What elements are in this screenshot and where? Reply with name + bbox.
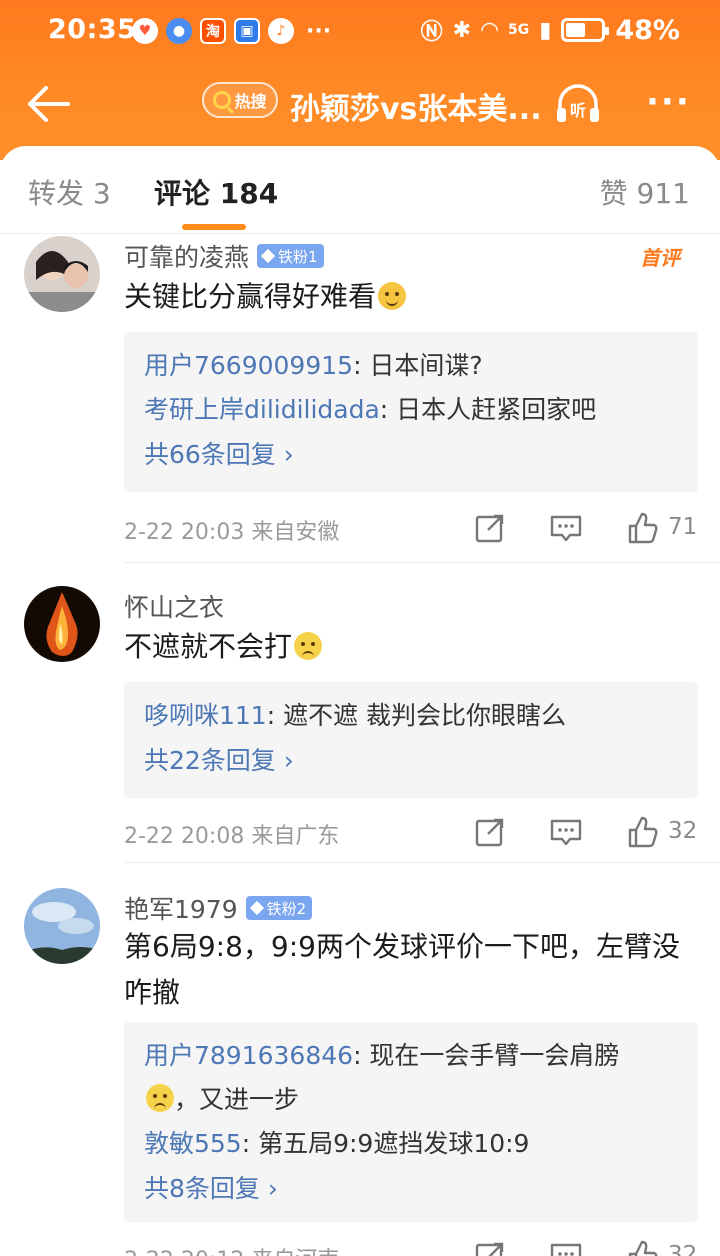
bluetooth-icon: ✱ (452, 17, 472, 43)
battery-icon (561, 18, 610, 42)
share-icon[interactable] (470, 812, 510, 852)
reply-line: ，又进一步 (144, 1078, 678, 1122)
crying-emoji-icon (146, 1084, 174, 1112)
fan-badge: 铁粉2 (245, 896, 313, 920)
divider (124, 562, 720, 563)
nav-bar: 热搜 孙颖莎vs张本美... 听 ··· (0, 64, 720, 144)
like-count: 71 (668, 514, 698, 540)
network-label: 5G (508, 22, 530, 38)
heart-app-icon: ♥ (132, 18, 158, 44)
header: 20:35 ♥ ● 淘 ▣ ♪ ··· Ⓝ ✱ ◠ 5G ▮ 48% 热搜 孙颖… (0, 0, 720, 160)
more-notifications-icon: ··· (306, 18, 332, 44)
like-count: 32 (668, 1242, 698, 1256)
tab-comments[interactable]: 评论 184 (154, 172, 278, 212)
active-tab-indicator (182, 224, 246, 230)
comment-icon[interactable] (546, 508, 586, 548)
like-icon[interactable] (622, 508, 662, 548)
avatar[interactable] (24, 236, 100, 312)
comment-text: 不遮就不会打 (124, 624, 694, 670)
bluesq-app-icon: ▣ (234, 18, 260, 44)
share-icon[interactable] (470, 1236, 510, 1256)
comments-sheet: 转发 3 评论 184 赞 911 可靠的凌燕 铁粉1 首评 关键比分赢得好难看… (0, 146, 720, 1256)
tab-likes[interactable]: 赞 911 (600, 172, 690, 212)
comment-time-location: 2-22 20:12 来自河南 (124, 1242, 339, 1256)
reply-preview[interactable]: 哆咧咪111: 遮不遮 裁判会比你眼瞎么 共22条回复 › (124, 682, 698, 798)
back-arrow-icon[interactable] (24, 80, 72, 128)
username[interactable]: 怀山之衣 (124, 588, 224, 624)
comment-time-location: 2-22 20:03 来自安徽 (124, 520, 340, 545)
comment-icon[interactable] (546, 812, 586, 852)
tab-reposts[interactable]: 转发 3 (28, 172, 111, 212)
tab-bar: 转发 3 评论 184 赞 911 (0, 146, 720, 234)
reply-line: 敦敏555: 第五局9:9遮挡发球10:9 (144, 1129, 530, 1158)
share-icon[interactable] (470, 508, 510, 548)
taobao-icon: 淘 (200, 18, 226, 44)
reply-preview[interactable]: 用户7669009915: 日本间谍? 考研上岸dilidilidada: 日本… (124, 332, 698, 492)
doge-emoji-icon (378, 282, 407, 310)
like-icon[interactable] (622, 812, 662, 852)
comment-meta: 2-22 20:03 来自安徽 71 (124, 508, 698, 548)
fan-badge: 铁粉1 (257, 244, 324, 268)
music-app-icon: ♪ (268, 18, 294, 44)
more-replies-link[interactable]: 共66条回复 › (144, 432, 678, 478)
more-replies-link[interactable]: 共8条回复 › (144, 1166, 678, 1212)
comment-text: 关键比分赢得好难看 (124, 274, 694, 320)
username[interactable]: 艳军1979 铁粉2 (124, 890, 313, 926)
more-replies-link[interactable]: 共22条回复 › (144, 738, 678, 784)
comment-text: 第6局9:8，9:9两个发球评价一下吧，左臂没咋撤 (124, 930, 680, 1009)
like-icon[interactable] (622, 1236, 662, 1256)
status-time: 20:35 (48, 14, 137, 45)
comment-meta: 2-22 20:12 来自河南 32 (124, 1236, 698, 1256)
blue-app-icon: ● (166, 18, 192, 44)
reply-preview[interactable]: 用户7891636846: 现在一会手臂一会肩膀 ，又进一步 敦敏555: 第五… (124, 1022, 698, 1222)
more-menu-icon[interactable]: ··· (646, 82, 691, 122)
wifi-icon: ◠ (481, 17, 499, 43)
reply-line: 哆咧咪111: 遮不遮 裁判会比你眼瞎么 (144, 701, 567, 730)
listen-label: 听 (570, 101, 586, 120)
avatar[interactable] (24, 586, 100, 662)
status-bar: 20:35 ♥ ● 淘 ▣ ♪ ··· Ⓝ ✱ ◠ 5G ▮ 48% (0, 0, 720, 64)
reply-line: 考研上岸dilidilidada: 日本人赶紧回家吧 (144, 395, 597, 424)
divider (124, 862, 720, 863)
username[interactable]: 可靠的凌燕 铁粉1 (124, 238, 324, 274)
first-comment-tag: 首评 (640, 246, 680, 270)
hot-search-label: 热搜 (234, 92, 267, 111)
signal-icon: ▮ (539, 17, 552, 43)
crying-emoji-icon (294, 632, 323, 660)
avatar[interactable] (24, 888, 100, 964)
comment-time-location: 2-22 20:08 来自广东 (124, 824, 340, 849)
battery-percent: 48% (615, 14, 680, 46)
headphones-icon[interactable]: 听 (552, 78, 604, 130)
notification-icons: ♥ ● 淘 ▣ ♪ ··· (132, 18, 331, 44)
nfc-icon: Ⓝ (420, 20, 443, 45)
comment-icon[interactable] (546, 1236, 586, 1256)
hot-search-badge[interactable]: 热搜 (202, 82, 278, 118)
search-icon (213, 91, 232, 109)
comment-meta: 2-22 20:08 来自广东 32 (124, 812, 698, 852)
like-count: 32 (668, 818, 698, 844)
system-status: Ⓝ ✱ ◠ 5G ▮ 48% (421, 14, 680, 46)
reply-line: 用户7669009915: 日本间谍? (144, 351, 483, 380)
reply-line: 用户7891636846: 现在一会手臂一会肩膀 (144, 1041, 620, 1070)
page-title[interactable]: 孙颖莎vs张本美... (290, 84, 542, 128)
